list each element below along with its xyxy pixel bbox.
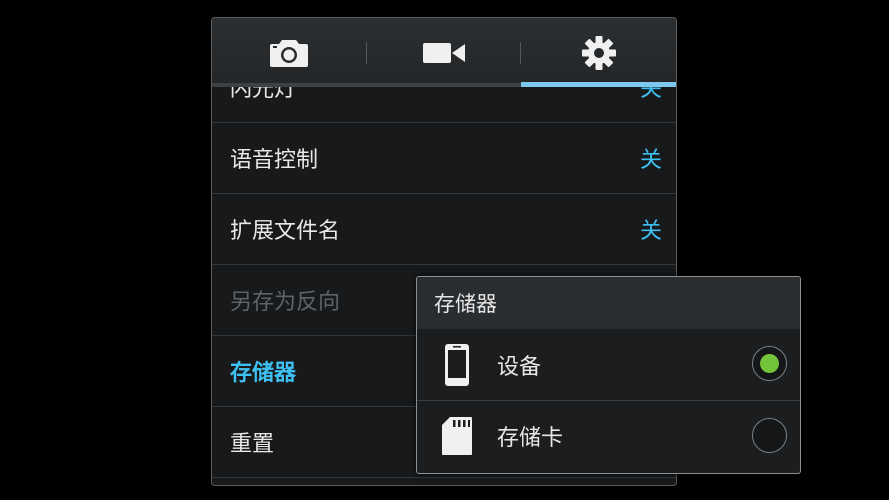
setting-label: 重置	[230, 432, 275, 457]
setting-row-voice-control[interactable]: 语音控制 关	[212, 123, 676, 194]
setting-value: 关	[639, 87, 662, 102]
setting-row-flash[interactable]: 闪光灯 关	[212, 87, 676, 123]
setting-value: 关	[639, 148, 662, 173]
dialog-title: 存储器	[417, 277, 800, 329]
radio-button-selected[interactable]	[752, 346, 787, 381]
storage-option-device[interactable]: 设备	[417, 329, 800, 400]
sd-card-icon	[417, 416, 497, 456]
phone-device-icon	[417, 343, 497, 387]
storage-dialog: 存储器 设备 存储卡	[416, 276, 801, 474]
gear-icon	[581, 35, 617, 71]
camera-icon	[269, 38, 309, 68]
setting-label: 扩展文件名	[230, 219, 341, 244]
setting-value: 关	[639, 219, 662, 244]
storage-option-sd-card[interactable]: 存储卡	[417, 400, 800, 471]
tab-video[interactable]	[366, 18, 522, 87]
setting-label: 闪光灯	[230, 87, 297, 102]
radio-dot	[760, 354, 779, 373]
tab-settings[interactable]	[521, 18, 676, 87]
setting-row-extended-filename[interactable]: 扩展文件名 关	[212, 194, 676, 265]
setting-label: 语音控制	[230, 148, 319, 173]
setting-label: 存储器	[230, 361, 297, 386]
option-label: 设备	[497, 354, 542, 380]
video-camera-icon	[422, 41, 466, 65]
setting-label: 另存为反向	[230, 290, 341, 315]
tab-camera[interactable]	[212, 18, 367, 87]
mode-tab-bar	[212, 18, 676, 87]
radio-button[interactable]	[752, 418, 787, 453]
option-label: 存储卡	[497, 426, 564, 451]
